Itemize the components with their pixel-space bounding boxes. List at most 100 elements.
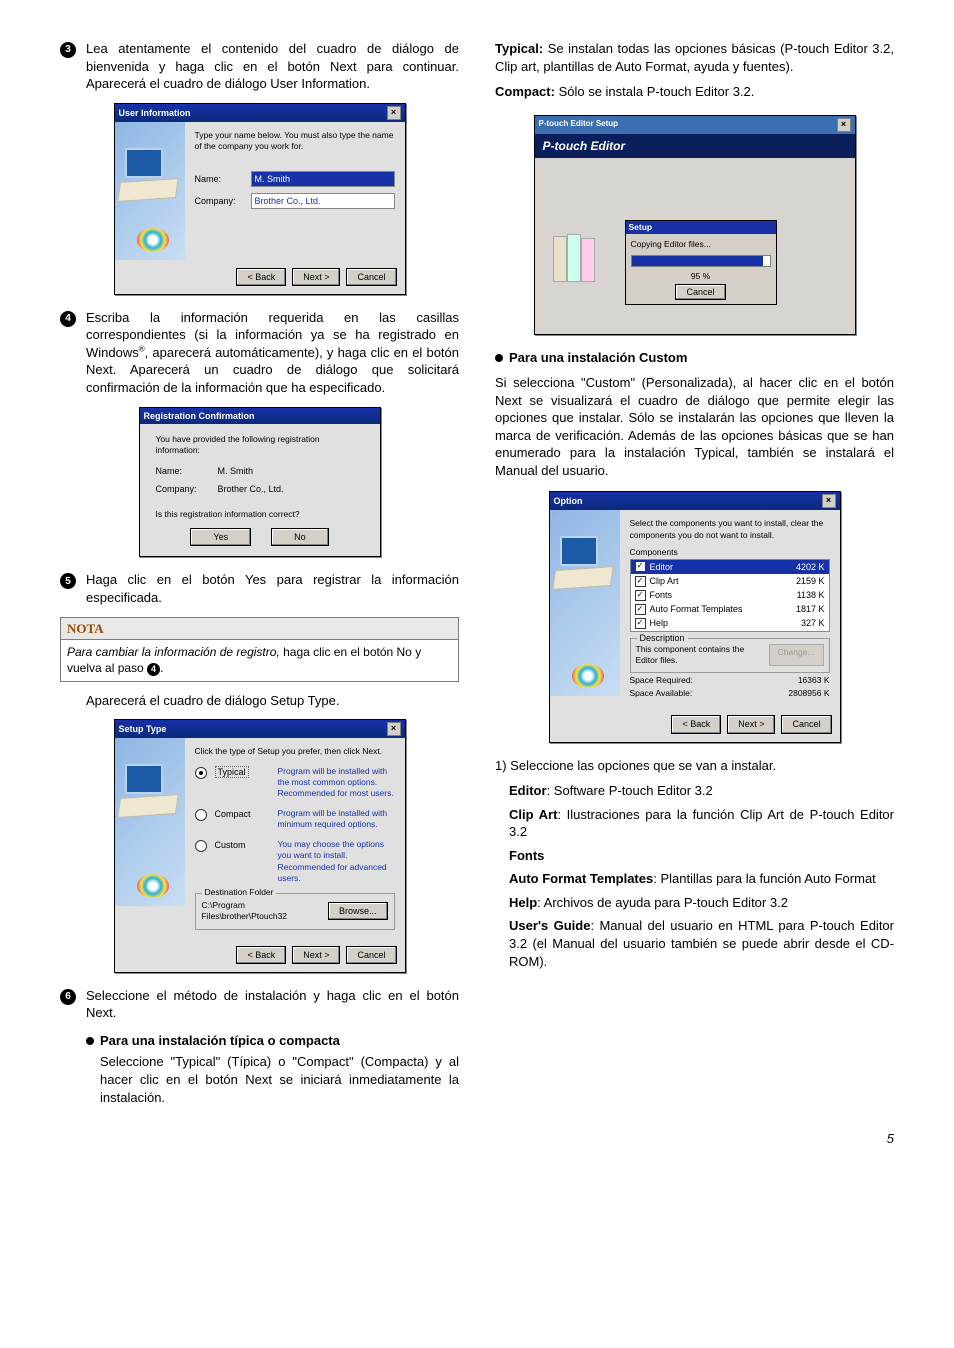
list-size: 1138 K <box>797 589 825 601</box>
typical-paragraph: Typical: Se instalan todas las opciones … <box>495 40 894 75</box>
item-help: Help: Archivos de ayuda para P-touch Edi… <box>509 894 894 912</box>
change-button: Change... <box>769 644 824 666</box>
step-6-text: Seleccione el método de instalación y ha… <box>86 987 459 1022</box>
compact-desc: Program will be installed with minimum r… <box>278 808 395 831</box>
option-screenshot: Option × Select the components you want … <box>549 491 841 742</box>
item-users-guide: User's Guide: Manual del usuario en HTML… <box>509 917 894 970</box>
reg-question: Is this registration information correct… <box>156 509 364 520</box>
cancel-button[interactable]: Cancel <box>346 946 396 964</box>
typical-label: Typical <box>215 766 249 778</box>
bullet-icon <box>495 354 503 362</box>
list-item: Help <box>650 617 669 629</box>
radio-typical[interactable] <box>195 767 207 779</box>
custom-label: Custom <box>215 839 270 851</box>
progress-window-title: P-touch Editor Setup <box>539 119 619 130</box>
item-aft: Auto Format Templates: Plantillas para l… <box>509 870 894 888</box>
radio-custom[interactable] <box>195 840 207 852</box>
next-button[interactable]: Next > <box>292 946 340 964</box>
list-size: 2159 K <box>796 575 825 587</box>
setup-type-screenshot: Setup Type × Click the type of Setup you… <box>114 719 406 973</box>
books-icon <box>551 234 597 284</box>
page-number: 5 <box>60 1130 894 1148</box>
reg-confirm-screenshot: Registration Confirmation You have provi… <box>139 407 381 558</box>
custom-paragraph: Si selecciona "Custom" (Personalizada), … <box>495 374 894 479</box>
disc-icon <box>572 664 604 688</box>
step-3-text: Lea atentamente el contenido del cuadro … <box>86 40 459 93</box>
option-title: Option <box>554 495 583 507</box>
name-input[interactable]: M. Smith <box>251 171 395 187</box>
components-label: Components <box>630 547 830 558</box>
custom-desc: You may choose the options you want to i… <box>278 839 395 885</box>
typical-compact-heading: Para una instalación típica o compacta <box>100 1032 459 1050</box>
back-button[interactable]: < Back <box>236 946 286 964</box>
next-button[interactable]: Next > <box>292 268 340 286</box>
list-item: Editor <box>650 561 674 573</box>
back-button[interactable]: < Back <box>236 268 286 286</box>
checkbox-icon[interactable]: ✓ <box>635 576 646 587</box>
cancel-button[interactable]: Cancel <box>675 284 725 300</box>
cancel-button[interactable]: Cancel <box>781 715 831 733</box>
reg-name-label: Name: <box>156 465 212 477</box>
checkbox-icon[interactable]: ✓ <box>635 561 646 572</box>
keyboard-icon <box>117 178 179 202</box>
monitor-icon <box>125 764 163 794</box>
compact-paragraph: Compact: Sólo se instala P-touch Editor … <box>495 83 894 101</box>
reg-name-value: M. Smith <box>218 465 254 477</box>
list-size: 1817 K <box>796 603 825 615</box>
progress-bar <box>631 255 771 267</box>
company-input[interactable]: Brother Co., Ltd. <box>251 193 395 209</box>
monitor-icon <box>125 148 163 178</box>
space-required-value: 16363 K <box>798 675 830 686</box>
reg-company-label: Company: <box>156 483 212 495</box>
note-title: NOTA <box>61 618 458 641</box>
list-intro: 1) Seleccione las opciones que se van a … <box>495 757 894 775</box>
list-item: Clip Art <box>650 575 679 587</box>
close-icon: × <box>387 106 401 120</box>
close-icon: × <box>822 494 836 508</box>
list-item: Auto Format Templates <box>650 603 743 615</box>
step-4-text: Escriba la información requerida en las … <box>86 309 459 397</box>
list-size: 4202 K <box>796 561 825 573</box>
option-intro: Select the components you want to instal… <box>630 518 830 541</box>
progress-screenshot: P-touch Editor Setup × P-touch Editor Se… <box>534 115 856 335</box>
yes-button[interactable]: Yes <box>190 528 251 546</box>
space-required-label: Space Required: <box>630 675 693 686</box>
step-4-badge: 4 <box>60 311 76 327</box>
browse-button[interactable]: Browse... <box>328 902 388 920</box>
step-6-badge: 6 <box>60 989 76 1005</box>
desc-legend: Description <box>637 632 688 644</box>
no-button[interactable]: No <box>271 528 329 546</box>
space-available-label: Space Available: <box>630 688 693 699</box>
disc-icon <box>137 228 169 252</box>
bullet-icon <box>86 1037 94 1045</box>
keyboard-icon <box>117 794 179 818</box>
reg-company-value: Brother Co., Ltd. <box>218 483 284 495</box>
step-4-inline-badge: 4 <box>147 663 160 676</box>
user-info-title: User Information <box>119 107 191 119</box>
user-info-screenshot: User Information × Type your name below.… <box>114 103 406 295</box>
checkbox-icon[interactable]: ✓ <box>635 618 646 629</box>
progress-pct: 95 % <box>631 271 771 282</box>
step-3-badge: 3 <box>60 42 76 58</box>
close-icon: × <box>387 722 401 736</box>
list-size: 327 K <box>801 617 825 629</box>
setup-title: Setup Type <box>119 723 167 735</box>
note-box: NOTA Para cambiar la información de regi… <box>60 617 459 682</box>
company-label: Company: <box>195 195 245 207</box>
compact-label: Compact <box>215 808 270 820</box>
typical-desc: Program will be installed with the most … <box>278 766 395 800</box>
components-listbox[interactable]: ✓Editor4202 K ✓Clip Art2159 K ✓Fonts1138… <box>630 559 830 632</box>
next-button[interactable]: Next > <box>727 715 775 733</box>
custom-heading: Para una instalación Custom <box>509 349 894 367</box>
checkbox-icon[interactable]: ✓ <box>635 590 646 601</box>
checkbox-icon[interactable]: ✓ <box>635 604 646 615</box>
reg-title: Registration Confirmation <box>144 410 255 422</box>
step-5-text: Haga clic en el botón Yes para registrar… <box>86 571 459 606</box>
item-clipart: Clip Art: Ilustraciones para la función … <box>509 806 894 841</box>
radio-compact[interactable] <box>195 809 207 821</box>
reg-intro: You have provided the following registra… <box>156 434 364 457</box>
cancel-button[interactable]: Cancel <box>346 268 396 286</box>
item-fonts: Fonts <box>509 847 894 865</box>
desc-text: This component contains the Editor files… <box>636 644 763 667</box>
back-button[interactable]: < Back <box>671 715 721 733</box>
